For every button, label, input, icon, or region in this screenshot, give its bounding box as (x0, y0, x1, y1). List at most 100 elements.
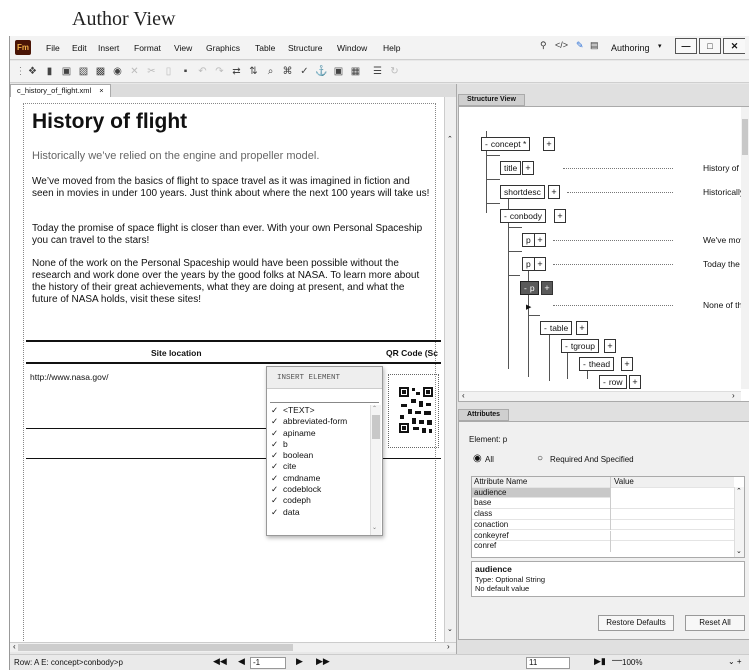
spellcheck-icon[interactable]: ✓ (298, 65, 311, 78)
radio-required-icon[interactable]: ○ (537, 453, 543, 464)
wysiwyg-view-icon[interactable]: ▤ (590, 40, 599, 51)
tab-document[interactable]: c_history_of_flight.xml × (10, 84, 111, 97)
sync-icon[interactable]: ↻ (388, 65, 401, 78)
node-p-selected-add[interactable]: + (541, 281, 553, 295)
node-row-add[interactable]: + (629, 375, 641, 389)
prev-page-icon[interactable]: ◀ (238, 656, 245, 667)
short-description[interactable]: Historically we’ve relied on the engine … (32, 150, 319, 162)
table-icon[interactable]: ▦ (349, 65, 362, 78)
node-row[interactable]: - row (599, 375, 627, 389)
node-tgroup-add[interactable]: + (604, 339, 616, 353)
last-page-icon[interactable]: ▶▶ (316, 656, 330, 667)
info-icon[interactable]: ❖ (26, 65, 39, 78)
element-item[interactable]: ✓ codeblock (267, 484, 370, 495)
save-icon[interactable]: ▧ (77, 65, 90, 78)
minimize-button[interactable]: — (675, 38, 697, 54)
node-p-add[interactable]: + (534, 233, 546, 247)
attribute-row[interactable]: base (472, 498, 734, 510)
menu-insert[interactable]: Insert (98, 43, 119, 53)
save-all-icon[interactable]: ▩ (94, 65, 107, 78)
menu-edit[interactable]: Edit (72, 43, 87, 53)
element-item[interactable]: ✓ apiname (267, 428, 370, 439)
lock-icon[interactable]: ◉ (111, 65, 124, 78)
zoom-level[interactable]: 100% (622, 658, 642, 667)
menu-format[interactable]: Format (134, 43, 161, 53)
scroll-left-icon[interactable]: ‹ (462, 391, 465, 400)
redo-icon[interactable]: ↷ (213, 65, 226, 78)
node-shortdesc[interactable]: shortdesc (500, 185, 545, 199)
scroll-right-icon[interactable]: › (447, 642, 450, 651)
find-icon[interactable]: ⌕ (264, 65, 277, 78)
node-shortdesc-add[interactable]: + (548, 185, 560, 199)
anchor-icon[interactable]: ⚓ (315, 65, 328, 78)
table-cell-url[interactable]: http://www.nasa.gov/ (30, 372, 108, 382)
element-item[interactable]: ✓ abbreviated-form (267, 416, 370, 427)
scroll-thumb[interactable] (742, 119, 748, 155)
scroll-down-icon[interactable]: ⌄ (447, 625, 453, 633)
paragraph-1[interactable]: We’ve moved from the basics of flight to… (32, 176, 432, 200)
tab-close-icon[interactable]: × (99, 86, 103, 95)
page-number-field[interactable]: -1 (250, 657, 286, 669)
menu-file[interactable]: File (46, 43, 60, 53)
attribute-row[interactable]: class (472, 509, 734, 520)
attribute-row[interactable]: audience (472, 487, 734, 499)
open-folder-icon[interactable]: ▣ (60, 65, 73, 78)
find-replace-icon[interactable]: ⌘ (281, 65, 294, 78)
element-item[interactable]: ✓ codeph (267, 495, 370, 506)
document-vertical-scrollbar[interactable]: ⌃ ⌄ (444, 97, 456, 642)
chevron-down-icon[interactable]: ⌄ (736, 547, 742, 555)
element-item[interactable]: ✓ cmdname (267, 473, 370, 484)
mode-dropdown[interactable]: Authoring (611, 43, 650, 53)
node-conbody[interactable]: - conbody (500, 209, 546, 223)
node-thead[interactable]: - thead (579, 357, 615, 371)
element-item[interactable]: ✓ data (267, 507, 370, 518)
attribute-grid-scrollbar[interactable]: ⌃ ⌄ (734, 487, 744, 557)
structure-vertical-scrollbar[interactable] (741, 107, 749, 389)
attribute-row[interactable]: conref (472, 541, 734, 552)
tab-structure-view[interactable]: Structure View (458, 94, 525, 106)
menu-help[interactable]: Help (383, 43, 400, 53)
page-title[interactable]: History of flight (32, 110, 187, 134)
search-icon[interactable]: ⚲ (540, 40, 547, 51)
menu-view[interactable]: View (174, 43, 192, 53)
document-editor[interactable]: History of flight Historically we’ve rel… (10, 97, 444, 643)
menu-graphics[interactable]: Graphics (206, 43, 240, 53)
link-icon[interactable]: ⇄ (230, 65, 243, 78)
zoom-out-icon[interactable]: ▶▮ (594, 656, 606, 667)
scroll-up-icon[interactable]: ⌃ (447, 135, 453, 143)
chevron-down-icon[interactable]: ⌄ + (728, 657, 742, 666)
attribute-row[interactable]: conkeyref (472, 530, 734, 542)
page-count-field[interactable]: 11 (526, 657, 570, 669)
tab-attributes[interactable]: Attributes (458, 409, 510, 421)
paragraph-2[interactable]: Today the promise of space flight is clo… (32, 223, 432, 247)
node-p-add[interactable]: + (534, 257, 546, 271)
cut-icon[interactable]: ✂ (145, 65, 158, 78)
menu-structure[interactable]: Structure (288, 43, 323, 53)
list-icon[interactable]: ☰ (371, 65, 384, 78)
paragraph-3[interactable]: None of the work on the Personal Spacesh… (32, 258, 432, 306)
image-icon[interactable]: ▣ (332, 65, 345, 78)
node-table[interactable]: - table (540, 321, 573, 335)
restore-defaults-button[interactable]: Restore Defaults (598, 615, 674, 631)
node-p[interactable]: p (522, 233, 535, 247)
header-qr-code[interactable]: QR Code (Sc (386, 348, 438, 358)
sort-icon[interactable]: ⇅ (247, 65, 260, 78)
scroll-thumb[interactable] (372, 415, 380, 439)
element-item[interactable]: ✓ b (267, 439, 370, 450)
node-concept-add[interactable]: + (543, 137, 555, 151)
node-p-selected[interactable]: -p (520, 281, 539, 295)
chevron-up-icon[interactable]: ⌃ (736, 487, 742, 495)
node-conbody-add[interactable]: + (554, 209, 566, 223)
new-file-icon[interactable]: ▮ (43, 65, 56, 78)
attribute-row[interactable]: conaction (472, 519, 734, 531)
delete-icon[interactable]: ✕ (128, 65, 141, 78)
node-thead-add[interactable]: + (621, 357, 633, 371)
element-list-scrollbar[interactable]: ⌃ ⌄ (370, 405, 381, 535)
structure-horizontal-scrollbar[interactable]: ‹ › (459, 391, 741, 401)
reset-all-button[interactable]: Reset All (685, 615, 745, 631)
menu-window[interactable]: Window (337, 43, 367, 53)
first-page-icon[interactable]: ◀◀ (213, 656, 227, 667)
code-view-icon[interactable]: </> (555, 40, 568, 50)
node-title[interactable]: title (500, 161, 522, 175)
chevron-up-icon[interactable]: ⌃ (372, 405, 377, 412)
